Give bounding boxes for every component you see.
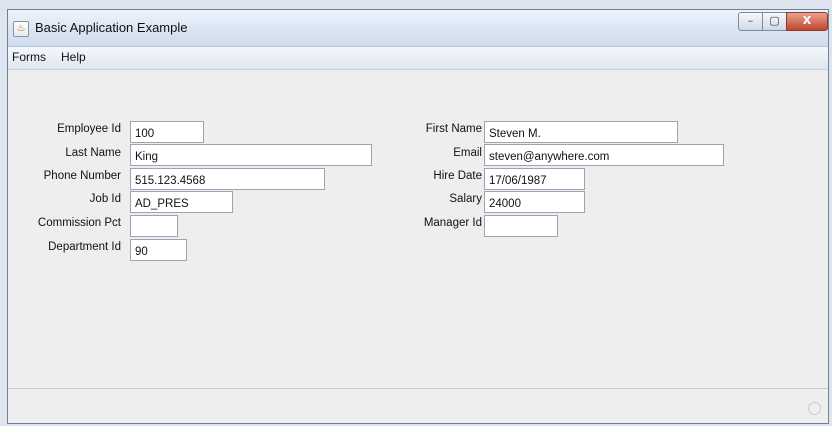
employee-id-field[interactable] xyxy=(130,121,204,143)
last-name-label: Last Name xyxy=(65,147,121,159)
job-id-field[interactable] xyxy=(130,191,233,213)
commission-pct-field[interactable] xyxy=(130,215,178,237)
minimize-button[interactable]: – xyxy=(738,12,763,31)
phone-number-field[interactable] xyxy=(130,168,325,190)
first-name-field[interactable] xyxy=(484,121,678,143)
menu-forms[interactable]: Forms xyxy=(12,50,46,64)
department-id-label: Department Id xyxy=(48,241,121,253)
java-cup-icon: ♨ xyxy=(13,21,29,37)
menu-help[interactable]: Help xyxy=(61,50,86,64)
maximize-button[interactable]: ▢ xyxy=(762,12,787,31)
close-button[interactable]: X xyxy=(786,12,828,31)
manager-id-label: Manager Id xyxy=(423,217,482,229)
hire-date-field[interactable] xyxy=(484,168,585,190)
application-window: ♨ Basic Application Example – ▢ X Forms … xyxy=(7,9,829,424)
department-id-field[interactable] xyxy=(130,239,187,261)
commission-pct-label: Commission Pct xyxy=(37,217,121,229)
menu-bar: Forms Help xyxy=(8,47,828,70)
title-bar[interactable]: ♨ Basic Application Example – ▢ X xyxy=(8,10,828,47)
job-id-label: Job Id xyxy=(89,193,121,205)
busy-indicator-icon xyxy=(808,402,821,415)
status-bar xyxy=(8,388,828,423)
manager-id-field[interactable] xyxy=(484,215,558,237)
salary-field[interactable] xyxy=(484,191,585,213)
phone-number-label: Phone Number xyxy=(43,170,121,182)
employee-id-label: Employee Id xyxy=(57,123,121,135)
salary-label: Salary xyxy=(449,193,482,205)
email-field[interactable] xyxy=(484,144,724,166)
last-name-field[interactable] xyxy=(130,144,372,166)
email-label: Email xyxy=(453,147,482,159)
window-title: Basic Application Example xyxy=(35,20,188,35)
hire-date-label: Hire Date xyxy=(433,170,482,182)
first-name-label: First Name xyxy=(425,123,482,135)
